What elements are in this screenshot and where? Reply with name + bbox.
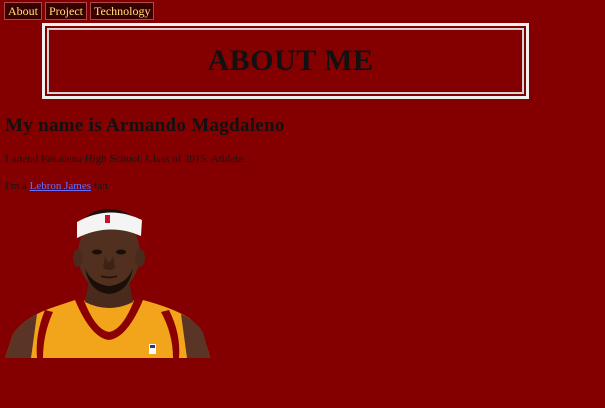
fan-text-suffix: fan [91, 180, 108, 192]
lebron-james-link[interactable]: Lebron James [30, 180, 91, 192]
fan-text-prefix: I'm a [5, 180, 30, 192]
nav-item-project[interactable]: Project [45, 2, 87, 20]
intro-text: I attend Pasadena High School, Class of … [5, 153, 247, 165]
nav-item-technology[interactable]: Technology [90, 2, 155, 20]
person-portrait-icon [5, 209, 210, 358]
page-title: ABOUT ME [207, 44, 374, 77]
nav-item-about[interactable]: About [4, 2, 42, 20]
lebron-photo [5, 206, 210, 358]
name-heading: My name is Armando Magdaleno [5, 115, 285, 136]
fan-text: I'm a Lebron James fan [5, 179, 108, 193]
top-navigation: About Project Technology [4, 2, 155, 20]
about-me-banner: ABOUT ME [42, 23, 529, 99]
